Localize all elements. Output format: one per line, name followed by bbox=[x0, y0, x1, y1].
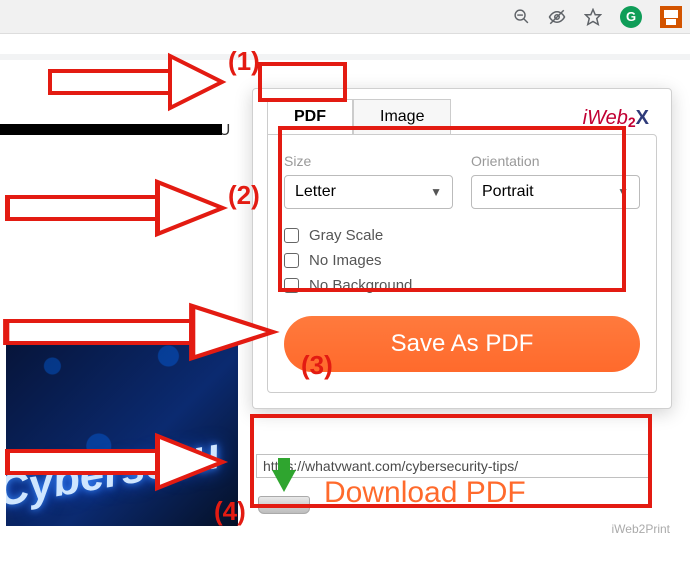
size-value: Letter bbox=[295, 183, 336, 201]
tab-image[interactable]: Image bbox=[353, 99, 451, 135]
orientation-select[interactable]: Portrait ▼ bbox=[471, 175, 640, 209]
zoom-out-icon[interactable] bbox=[512, 8, 530, 26]
save-as-pdf-button[interactable]: Save As PDF bbox=[284, 316, 640, 372]
size-label: Size bbox=[284, 153, 453, 169]
checkbox-grayscale[interactable] bbox=[284, 228, 299, 243]
tab-pdf[interactable]: PDF bbox=[267, 99, 353, 135]
size-select[interactable]: Letter ▼ bbox=[284, 175, 453, 209]
thumbnail-text: Cybersecu bbox=[6, 429, 224, 517]
eye-off-icon[interactable] bbox=[548, 8, 566, 26]
checkbox-grayscale-label: Gray Scale bbox=[309, 227, 383, 244]
page-body: RESOURCES ▼ GU Cybersecu iWeb2X PDF Imag… bbox=[0, 34, 690, 564]
chevron-down-icon: ▼ bbox=[430, 185, 442, 199]
checkbox-noimages-label: No Images bbox=[309, 252, 382, 269]
download-row[interactable]: Download PDF bbox=[258, 472, 526, 514]
bookmark-star-icon[interactable] bbox=[584, 8, 602, 26]
brand-logo: iWeb2X bbox=[583, 107, 649, 130]
save-extension-icon[interactable] bbox=[660, 6, 682, 28]
grammarly-extension-icon[interactable]: G bbox=[620, 6, 642, 28]
chevron-down-icon: ▼ bbox=[617, 185, 629, 199]
iweb2x-popup: iWeb2X PDF Image Size Letter ▼ Orientati… bbox=[252, 88, 672, 409]
orientation-label: Orientation bbox=[471, 153, 640, 169]
article-thumbnail: Cybersecu bbox=[6, 326, 238, 526]
top-dark-bar bbox=[0, 124, 222, 135]
checkbox-nobackground-label: No Background bbox=[309, 277, 412, 294]
orientation-value: Portrait bbox=[482, 183, 534, 201]
browser-toolbar: G bbox=[0, 0, 690, 34]
checkbox-noimages[interactable] bbox=[284, 253, 299, 268]
checkbox-nobackground[interactable] bbox=[284, 278, 299, 293]
download-icon bbox=[258, 472, 310, 514]
iweb2print-label: iWeb2Print bbox=[612, 522, 670, 536]
download-pdf-label: Download PDF bbox=[324, 476, 526, 510]
